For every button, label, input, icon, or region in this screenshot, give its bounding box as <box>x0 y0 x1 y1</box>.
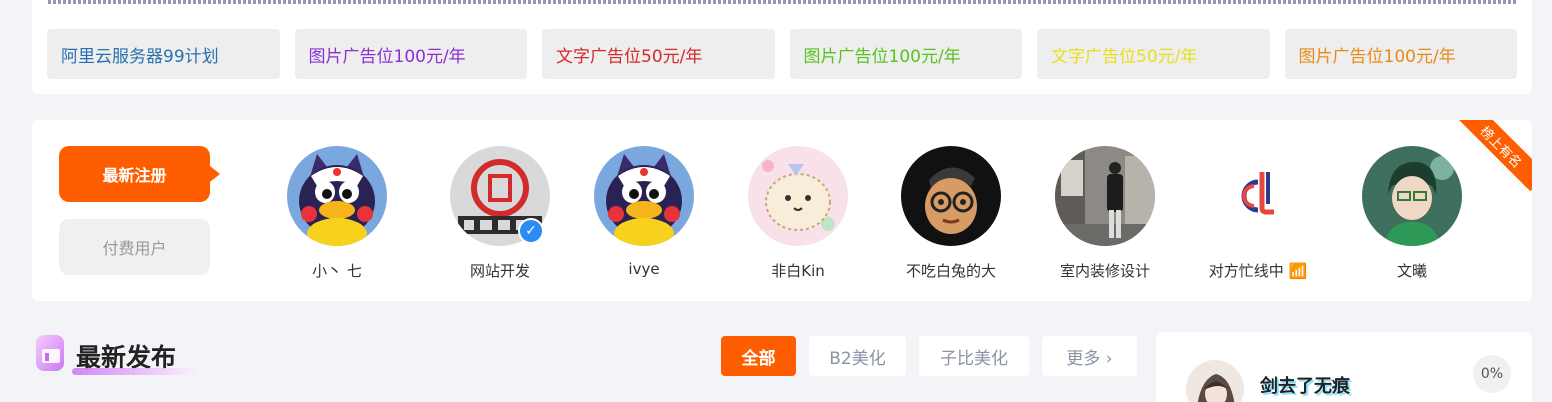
author-name[interactable]: 剑去了无痕 <box>1260 372 1350 398</box>
user-item[interactable]: ✓ 网站开发 <box>430 146 570 281</box>
progress-badge: 0% <box>1473 355 1511 393</box>
ad-item-image-3[interactable]: 图片广告位100元/年 <box>1284 29 1517 79</box>
user-item[interactable]: ivye <box>574 146 714 278</box>
user-name: 小丶 七 <box>312 262 362 280</box>
users-panel: 最新注册 付费用户 榜上有名 小丶 七 ✓ 网站开发 ivye 非白Kin 不吃… <box>32 120 1532 301</box>
ad-item-text-1[interactable]: 文字广告位50元/年 <box>542 29 775 79</box>
filter-tabs: 全部 B2美化 子比美化 更多 › <box>721 336 1137 376</box>
filter-b2[interactable]: B2美化 <box>809 336 906 376</box>
avatar[interactable] <box>1186 360 1244 402</box>
ad-item-image-1[interactable]: 图片广告位100元/年 <box>294 29 527 79</box>
user-name: 文曦 <box>1396 262 1427 280</box>
user-item[interactable]: 室内装修设计 <box>1035 146 1175 281</box>
user-item[interactable]: 小丶 七 <box>267 146 407 281</box>
author-card: 剑去了无痕 0% <box>1156 332 1532 402</box>
user-name: 非白Kin <box>771 262 825 280</box>
ad-item-text-2[interactable]: 文字广告位50元/年 <box>1037 29 1270 79</box>
user-name: 不吃白兔的大 <box>905 262 996 280</box>
ad-item-image-2[interactable]: 图片广告位100元/年 <box>789 29 1022 79</box>
user-name: ivye <box>628 260 660 278</box>
ad-card: 阿里云服务器99计划 图片广告位100元/年 文字广告位50元/年 图片广告位1… <box>32 0 1532 94</box>
avatar <box>594 146 694 246</box>
user-item[interactable]: 非白Kin <box>728 146 868 281</box>
avatar <box>287 146 387 246</box>
avatar <box>748 146 848 246</box>
filter-more[interactable]: 更多 › <box>1042 336 1137 376</box>
filter-all[interactable]: 全部 <box>721 336 796 376</box>
user-list: 小丶 七 ✓ 网站开发 ivye 非白Kin 不吃白兔的大 室内装修设计 对方忙… <box>32 120 1532 301</box>
avatar <box>901 146 1001 246</box>
user-item[interactable]: 文曦 <box>1342 146 1482 281</box>
user-item[interactable]: 不吃白兔的大 <box>881 146 1021 281</box>
user-name: 室内装修设计 <box>1059 262 1150 280</box>
ad-grid: 阿里云服务器99计划 图片广告位100元/年 文字广告位50元/年 图片广告位1… <box>47 29 1517 79</box>
title-underline <box>72 368 198 375</box>
avatar <box>1055 146 1155 246</box>
user-name: 网站开发 <box>469 262 530 280</box>
banner-strip <box>48 0 1518 4</box>
user-item[interactable]: 对方忙线中 📶 <box>1188 146 1328 281</box>
filter-zibi[interactable]: 子比美化 <box>919 336 1029 376</box>
ad-item-aliyun[interactable]: 阿里云服务器99计划 <box>47 29 280 79</box>
avatar <box>1362 146 1462 246</box>
latest-section-icon <box>32 333 68 373</box>
user-name: 对方忙线中 📶 <box>1208 262 1308 280</box>
avatar <box>1208 146 1308 246</box>
verified-badge-icon: ✓ <box>518 218 544 244</box>
